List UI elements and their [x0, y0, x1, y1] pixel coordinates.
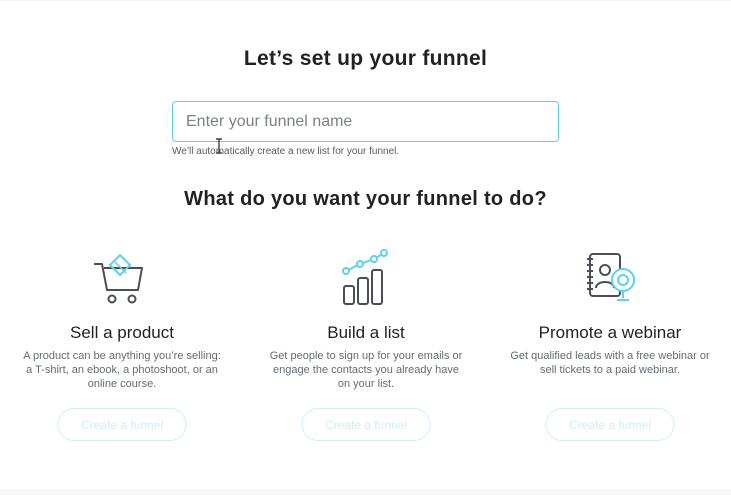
funnel-name-input[interactable]: [172, 101, 559, 142]
page-title: Let’s set up your funnel: [243, 47, 488, 70]
create-funnel-button[interactable]: Create a funnel: [57, 408, 187, 441]
section-title: What do you want your funnel to do?: [184, 188, 547, 210]
bottom-divider: [0, 489, 731, 495]
funnel-setup-page: Let’s set up your funnel We’ll automatic…: [0, 0, 731, 495]
option-title: Build a list: [327, 323, 405, 342]
option-title: Promote a webinar: [538, 323, 682, 342]
option-title: Sell a product: [70, 323, 174, 342]
create-funnel-button[interactable]: Create a funnel: [545, 408, 675, 441]
growth-chart-icon: [334, 246, 398, 310]
input-hint: We’ll automatically create a new list fo…: [172, 146, 400, 157]
shopping-cart-icon: [90, 246, 154, 310]
option-description: Get people to sign up for your emails or…: [269, 350, 463, 390]
create-funnel-button[interactable]: Create a funnel: [301, 408, 431, 441]
option-description: Get qualified leads with a free webinar …: [510, 350, 710, 376]
webcam-notebook-icon: [578, 246, 642, 310]
option-description: A product can be anything you’re selling…: [23, 350, 221, 390]
